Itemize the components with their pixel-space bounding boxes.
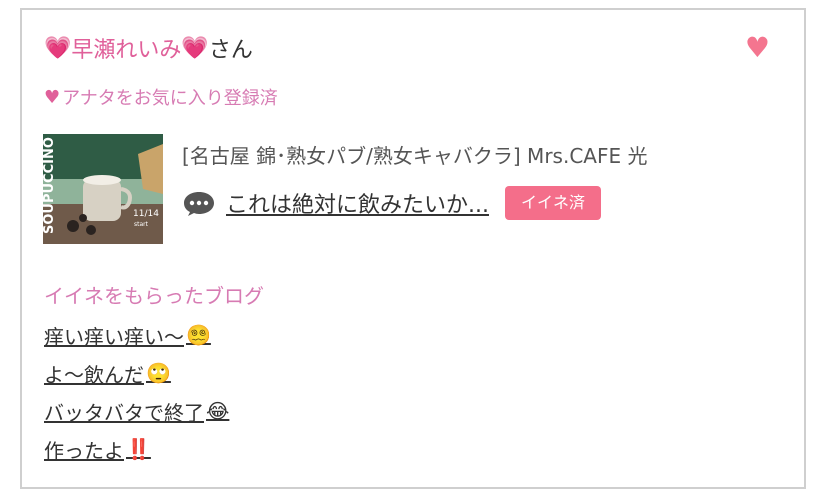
post-title-link[interactable]: これは絶対に飲みたいか...: [226, 187, 489, 219]
post-thumbnail[interactable]: SOUPUCCINO 11/14 start: [43, 134, 163, 244]
liked-blog-list: 痒い痒い痒い〜 😵‍💫 よ〜飲んだ 🙄 バッタバタで終了 😂 作ったよ ‼️: [44, 316, 229, 468]
favorite-status-label: アナタをお気に入り登録済: [62, 88, 278, 109]
list-item: よ〜飲んだ 🙄: [44, 354, 229, 392]
thumbnail-start: start: [134, 221, 149, 228]
heart-icon: 💗: [181, 35, 209, 61]
blog-title: 痒い痒い痒い〜: [44, 324, 184, 349]
shop-label[interactable]: [名古屋 錦･熟女パブ/熟女キャバクラ] Mrs.CAFE 光: [182, 140, 647, 169]
eye-roll-face-icon: 🙄: [146, 361, 171, 385]
heart-icon: 💗: [44, 35, 72, 61]
list-item: バッタバタで終了 😂: [44, 392, 229, 430]
blog-link[interactable]: 作ったよ ‼️: [44, 435, 151, 464]
honorific: さん: [208, 38, 253, 63]
thumbnail-date: 11/14: [133, 209, 159, 219]
liked-badge: イイネ済: [504, 186, 601, 220]
thumbnail-brand-text: SOUPUCCINO: [43, 137, 57, 234]
favorite-status: ♥ アナタをお気に入り登録済: [44, 84, 278, 110]
favorite-heart-icon[interactable]: ♥: [745, 34, 770, 62]
dizzy-face-icon: 😵‍💫: [186, 323, 211, 347]
favorite-user-card: 💗 早瀬れいみ 💗 さん ♥ ♥ アナタをお気に入り登録済 SOUPUCCINO…: [20, 8, 806, 489]
user-line: 💗 早瀬れいみ 💗 さん: [44, 32, 253, 64]
blog-link[interactable]: バッタバタで終了 😂: [44, 397, 229, 426]
double-exclamation-icon: ‼️: [126, 437, 151, 461]
blog-title: バッタバタで終了: [44, 400, 204, 425]
user-name[interactable]: 早瀬れいみ: [71, 32, 181, 64]
list-item: 作ったよ ‼️: [44, 430, 229, 468]
post-line: これは絶対に飲みたいか... イイネ済: [182, 186, 601, 220]
blog-title: よ〜飲んだ: [44, 362, 144, 387]
speech-bubble-icon: [182, 189, 216, 217]
thumbnail-image: SOUPUCCINO 11/14 start: [43, 134, 163, 244]
blog-link[interactable]: 痒い痒い痒い〜 😵‍💫: [44, 321, 211, 350]
small-heart-icon: ♥: [44, 86, 61, 108]
list-item: 痒い痒い痒い〜 😵‍💫: [44, 316, 229, 354]
blog-link[interactable]: よ〜飲んだ 🙄: [44, 359, 171, 388]
blog-title: 作ったよ: [44, 438, 124, 463]
laughing-tears-face-icon: 😂: [206, 399, 230, 423]
liked-blogs-title: イイネをもらったブログ: [44, 284, 264, 308]
